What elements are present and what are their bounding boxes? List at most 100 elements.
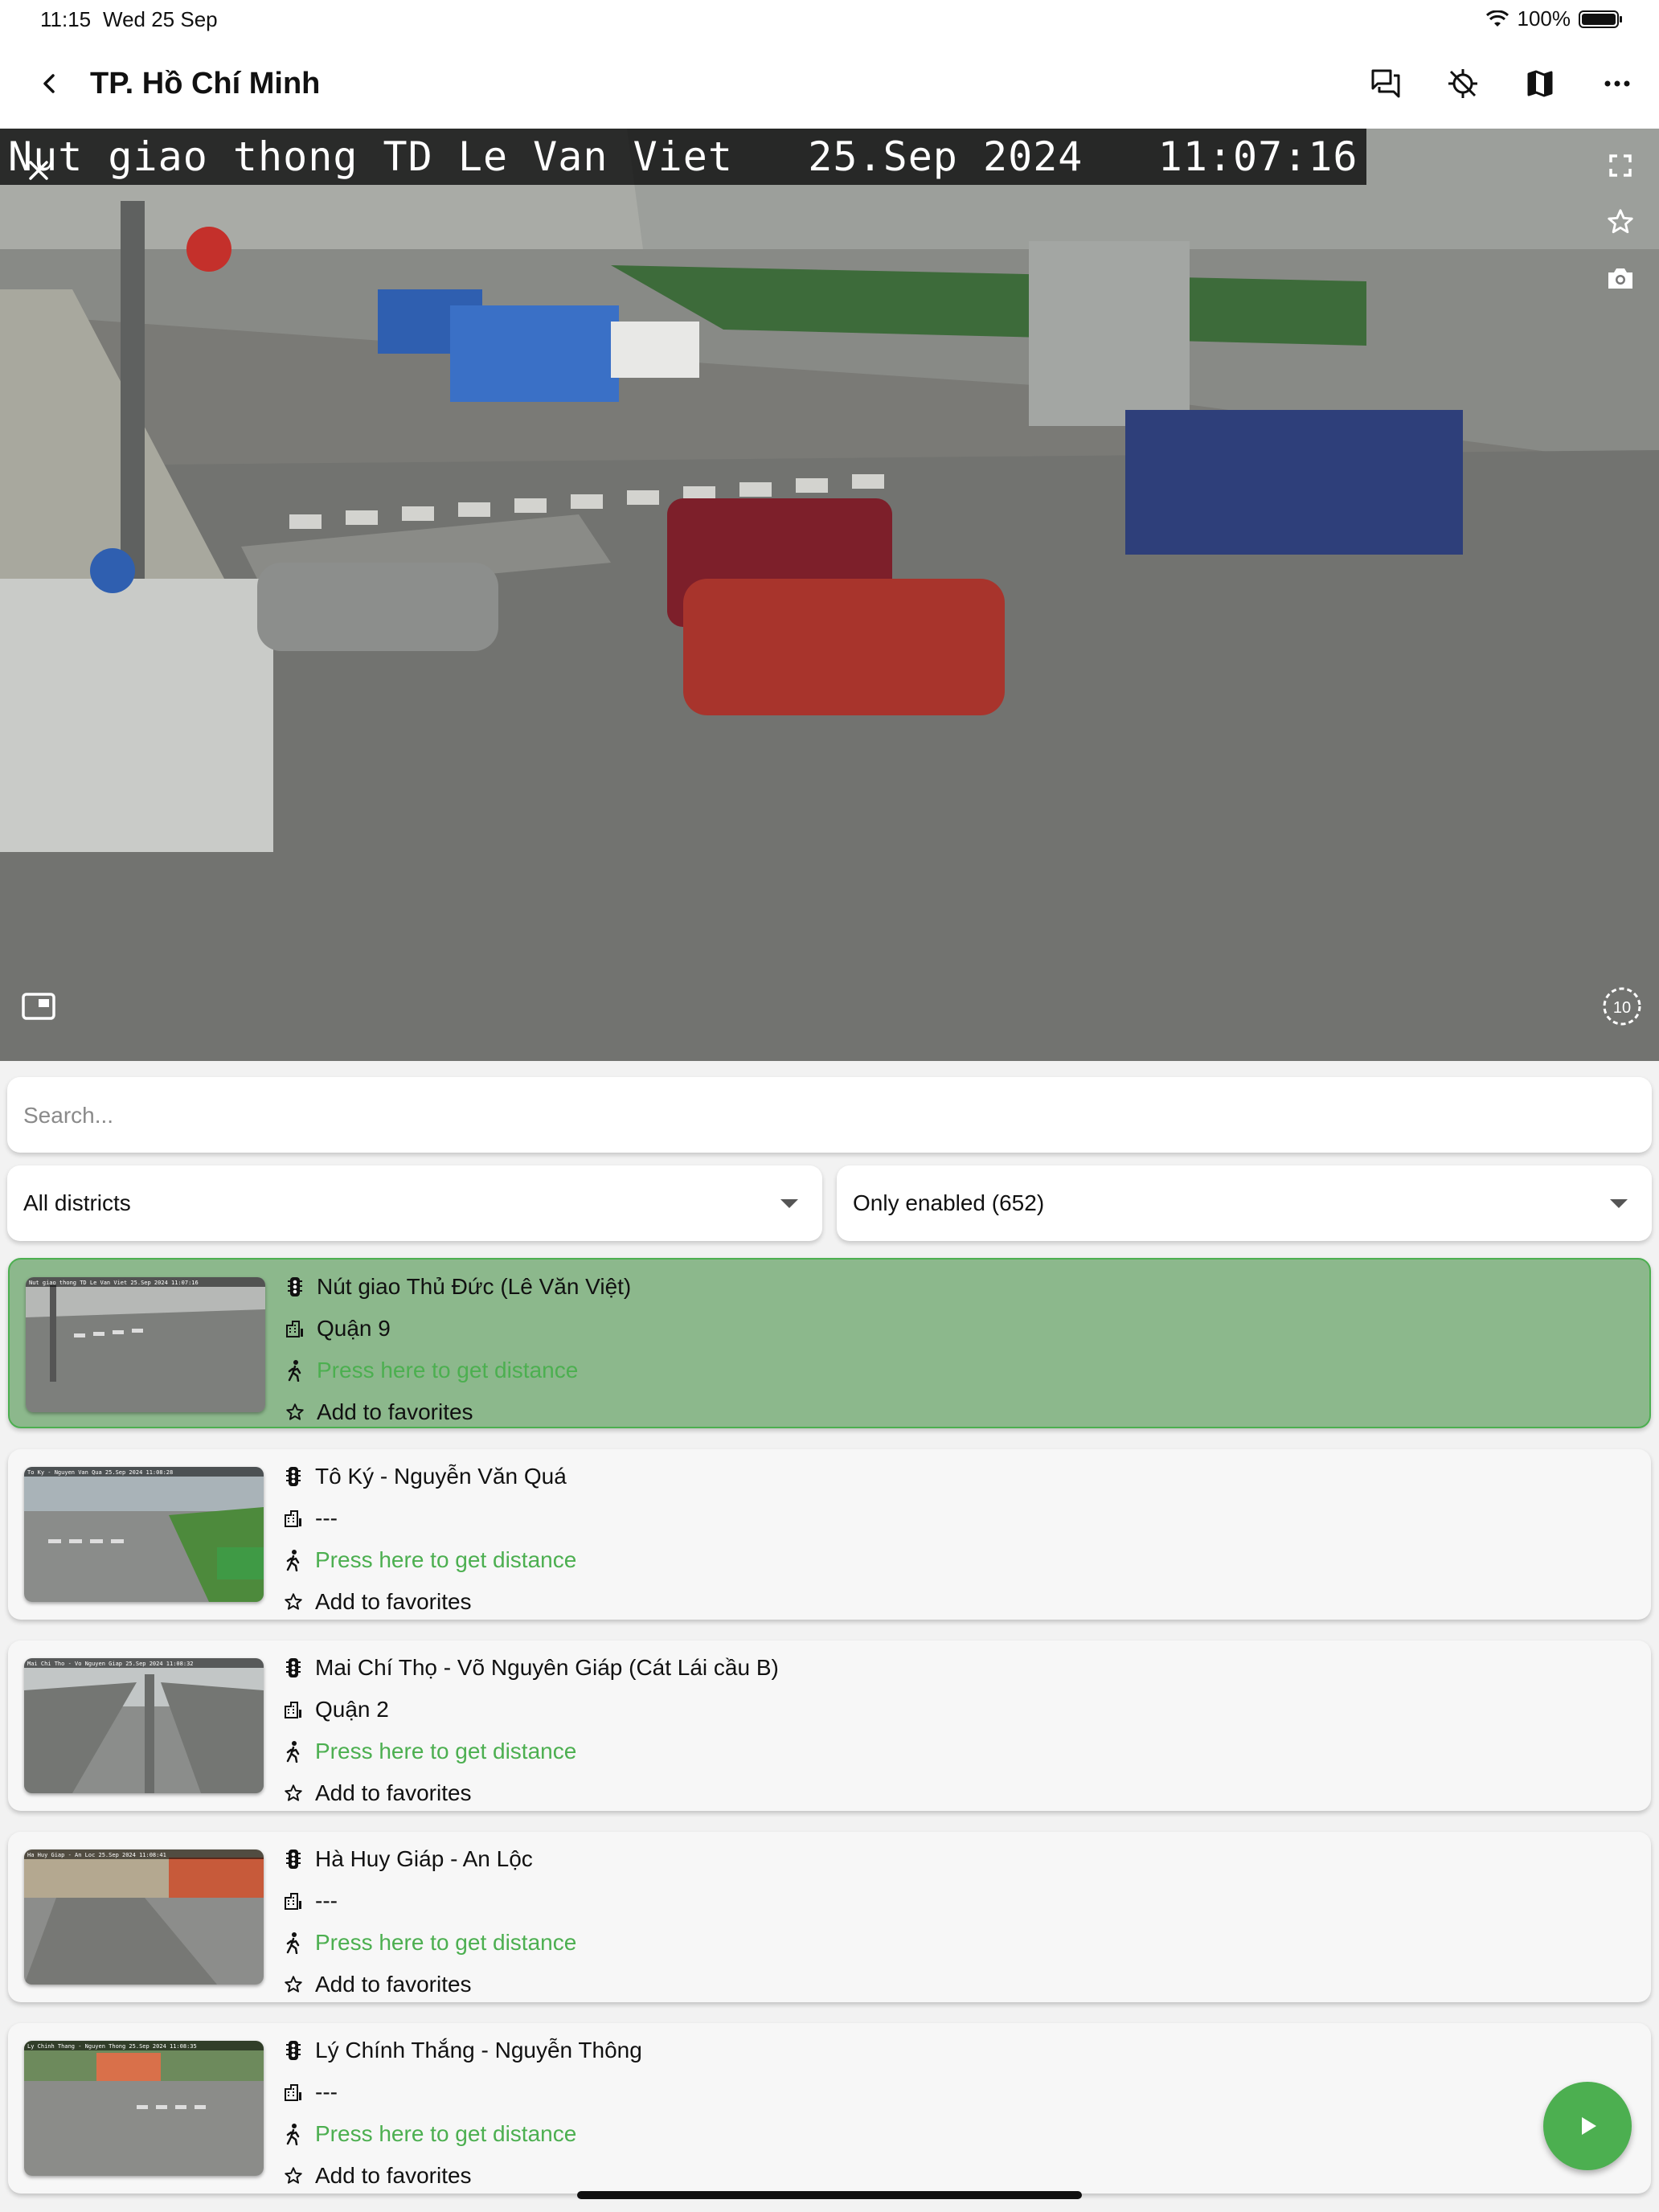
more-horiz-icon	[1604, 80, 1630, 87]
star-outline-icon	[283, 1782, 304, 1804]
add-favorite-button[interactable]: Add to favorites	[285, 1396, 473, 1428]
walk-icon	[283, 1931, 304, 1954]
page-title: TP. Hồ Chí Minh	[90, 67, 321, 100]
search-input[interactable]	[22, 1077, 1616, 1154]
status-date: Wed 25 Sep	[103, 7, 218, 31]
walk-icon	[283, 1740, 304, 1763]
get-distance-button[interactable]: Press here to get distance	[283, 1927, 576, 1959]
refresh-seconds: 10	[1613, 999, 1631, 1017]
play-icon	[1582, 2117, 1596, 2135]
close-icon	[29, 161, 48, 180]
camera-card[interactable]: Nut giao thong TD Le Van Viet 25.Sep 202…	[8, 1258, 1651, 1428]
traffic-light-icon	[283, 2039, 304, 2062]
distance-label: Press here to get distance	[315, 1739, 577, 1763]
camera-district-row: ---	[283, 1502, 338, 1534]
camera-name-row: Mai Chí Thọ - Võ Nguyên Giáp (Cát Lái cầ…	[283, 1652, 779, 1684]
camera-name: Tô Ký - Nguyễn Văn Quá	[315, 1464, 567, 1489]
favorite-label: Add to favorites	[315, 1589, 472, 1614]
play-fab-button[interactable]	[1543, 2082, 1632, 2170]
close-video-button[interactable]	[14, 146, 63, 195]
battery-percent: 100%	[1517, 6, 1571, 31]
get-distance-button[interactable]: Press here to get distance	[283, 2118, 576, 2150]
camera-card[interactable]: Mai Chi Tho - Vo Nguyen Giap 25.Sep 2024…	[8, 1641, 1651, 1811]
camera-district: Quận 2	[315, 1697, 389, 1722]
appbar-actions	[1360, 58, 1643, 109]
camera-name: Lý Chính Thắng - Nguyễn Thông	[315, 2038, 642, 2062]
get-distance-button[interactable]: Press here to get distance	[283, 1735, 576, 1768]
battery-icon	[1579, 10, 1622, 28]
camera-icon	[1608, 268, 1632, 289]
chat-button[interactable]	[1360, 58, 1411, 109]
location-off-button[interactable]	[1437, 58, 1489, 109]
favorite-label: Add to favorites	[315, 1972, 472, 1997]
status-dropdown[interactable]: Only enabled (652)	[837, 1165, 1652, 1241]
favorite-video-button[interactable]	[1596, 198, 1645, 246]
camera-name: Hà Huy Giáp - An Lộc	[315, 1846, 533, 1871]
camera-card[interactable]: Ly Chinh Thang - Nguyen Thong 25.Sep 202…	[8, 2023, 1651, 2194]
traffic-light-icon	[283, 1848, 304, 1870]
camera-district: ---	[315, 1505, 338, 1530]
refresh-timer[interactable]: 10	[1598, 982, 1646, 1030]
search-box	[7, 1077, 1652, 1154]
camera-image	[0, 129, 1659, 1061]
camera-thumbnail: Mai Chi Tho - Vo Nguyen Giap 25.Sep 2024…	[24, 1658, 264, 1793]
more-button[interactable]	[1591, 58, 1643, 109]
status-right: 100%	[1485, 6, 1622, 31]
camera-card[interactable]: Ha Huy Giap - An Loc 25.Sep 2024 11:08:4…	[8, 1832, 1651, 2002]
camera-thumbnail: Ly Chinh Thang - Nguyen Thong 25.Sep 202…	[24, 2041, 264, 2176]
favorite-label: Add to favorites	[315, 1780, 472, 1805]
camera-live-view[interactable]: Nut giao thong TD Le Van Viet 25.Sep 202…	[0, 129, 1659, 1061]
get-distance-button[interactable]: Press here to get distance	[285, 1354, 578, 1387]
thumbnail-overlay-text: To Ky - Nguyen Van Qua 25.Sep 2024 11:08…	[27, 1469, 173, 1476]
building-icon	[283, 2081, 304, 2103]
thumbnail-overlay-text: Nut giao thong TD Le Van Viet 25.Sep 202…	[29, 1280, 199, 1286]
distance-label: Press here to get distance	[315, 1547, 577, 1572]
walk-icon	[283, 2123, 304, 2145]
back-arrow-icon	[43, 74, 55, 93]
traffic-light-icon	[285, 1276, 305, 1298]
camera-name: Mai Chí Thọ - Võ Nguyên Giáp (Cát Lái cầ…	[315, 1655, 779, 1680]
building-icon	[285, 1317, 305, 1340]
walk-icon	[285, 1359, 305, 1382]
camera-name-row: Tô Ký - Nguyễn Văn Quá	[283, 1460, 567, 1493]
camera-district-row: ---	[283, 1885, 338, 1917]
distance-label: Press here to get distance	[315, 2121, 577, 2146]
picture-in-picture-button[interactable]	[14, 982, 63, 1030]
building-icon	[283, 1698, 304, 1721]
camera-district-row: ---	[283, 2076, 338, 2108]
fullscreen-icon	[1609, 154, 1632, 177]
add-favorite-button[interactable]: Add to favorites	[283, 1968, 472, 2001]
camera-card[interactable]: To Ky - Nguyen Van Qua 25.Sep 2024 11:08…	[8, 1449, 1651, 1620]
camera-thumbnail: Nut giao thong TD Le Van Viet 25.Sep 202…	[26, 1277, 265, 1412]
snapshot-button[interactable]	[1596, 254, 1645, 302]
star-outline-icon	[285, 1401, 305, 1423]
favorite-label: Add to favorites	[317, 1399, 473, 1424]
star-outline-icon	[283, 2165, 304, 2187]
camera-name-row: Hà Huy Giáp - An Lộc	[283, 1843, 533, 1875]
thumbnail-overlay-text: Ly Chinh Thang - Nguyen Thong 25.Sep 202…	[27, 2043, 197, 2050]
thumbnail-overlay-text: Mai Chi Tho - Vo Nguyen Giap 25.Sep 2024…	[27, 1661, 194, 1667]
building-icon	[283, 1890, 304, 1912]
favorite-label: Add to favorites	[315, 2163, 472, 2188]
add-favorite-button[interactable]: Add to favorites	[283, 1586, 472, 1618]
add-favorite-button[interactable]: Add to favorites	[283, 1777, 472, 1809]
map-button[interactable]	[1514, 58, 1566, 109]
back-button[interactable]	[29, 63, 71, 104]
refresh-timer-icon: 10	[1603, 987, 1641, 1026]
get-distance-button[interactable]: Press here to get distance	[283, 1544, 576, 1576]
fullscreen-button[interactable]	[1596, 141, 1645, 190]
home-indicator	[577, 2191, 1082, 2199]
traffic-light-icon	[283, 1465, 304, 1488]
add-favorite-button[interactable]: Add to favorites	[283, 2160, 472, 2192]
dropdown-arrow-icon	[780, 1199, 798, 1208]
star-outline-icon	[283, 1591, 304, 1613]
camera-district-row: Quận 2	[283, 1694, 389, 1726]
status-dropdown-value: Only enabled (652)	[853, 1190, 1045, 1215]
building-icon	[283, 1507, 304, 1530]
district-dropdown[interactable]: All districts	[7, 1165, 822, 1241]
camera-overlay-text: Nut giao thong TD Le Van Viet 25.Sep 202…	[0, 129, 1366, 185]
district-dropdown-value: All districts	[23, 1190, 131, 1215]
camera-name: Nút giao Thủ Đức (Lê Văn Việt)	[317, 1274, 632, 1299]
camera-district: ---	[315, 1888, 338, 1913]
walk-icon	[283, 1549, 304, 1571]
